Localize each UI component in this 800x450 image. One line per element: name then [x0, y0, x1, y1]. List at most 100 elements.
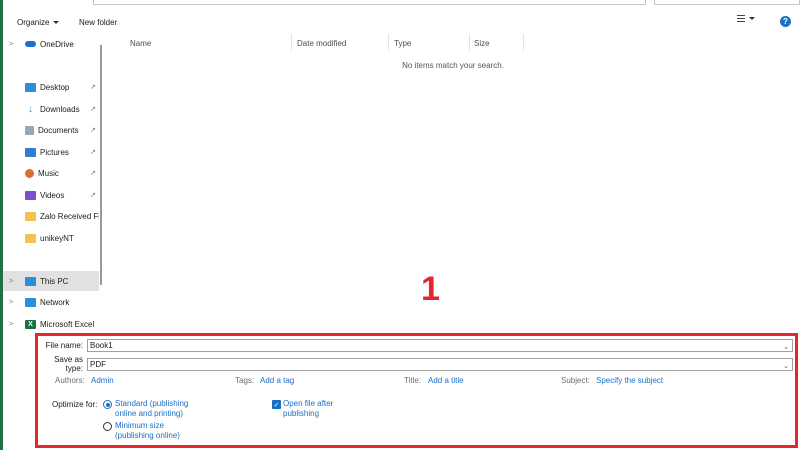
- column-name[interactable]: Name: [126, 34, 291, 52]
- search-box[interactable]: [654, 0, 800, 5]
- title-field[interactable]: Add a title: [428, 376, 464, 385]
- save-options-panel: File name: Book1 ⌄ Save as type: PDF ⌄ A…: [35, 333, 798, 448]
- download-icon: ↓: [28, 103, 33, 115]
- organize-label: Organize: [17, 17, 50, 27]
- nav-label: Desktop: [40, 82, 70, 92]
- help-icon[interactable]: ?: [780, 16, 791, 27]
- address-bar[interactable]: [93, 0, 646, 5]
- column-date-modified[interactable]: Date modified: [293, 34, 388, 52]
- file-name-label: File name:: [45, 341, 83, 350]
- nav-item-desktop[interactable]: Desktop ↗: [3, 77, 99, 97]
- nav-item-documents[interactable]: Documents ↗: [3, 120, 99, 140]
- optimize-for-label: Optimize for:: [52, 400, 98, 409]
- nav-label: unikeyNT: [40, 233, 74, 243]
- column-type[interactable]: Type: [390, 34, 468, 52]
- computer-icon: [25, 276, 36, 286]
- chevron-down-icon: [749, 17, 755, 20]
- save-type-row: Save as type: PDF ⌄: [38, 355, 793, 373]
- authors-label: Authors:: [55, 376, 85, 385]
- annotation-number: 1: [421, 270, 440, 308]
- nav-label: Zalo Received Fi: [40, 211, 99, 221]
- nav-scrollbar[interactable]: [100, 45, 102, 285]
- nav-item-music[interactable]: Music ↗: [3, 163, 99, 183]
- chevron-right-icon[interactable]: >: [9, 321, 19, 328]
- optimize-standard-label[interactable]: Standard (publishing online and printing…: [115, 399, 188, 419]
- nav-label: This PC: [40, 276, 69, 286]
- column-separator[interactable]: [291, 34, 292, 51]
- navigation-pane: > OneDrive Desktop ↗ ↓ Downloads ↗ Docum…: [3, 34, 103, 332]
- optimize-standard-radio[interactable]: [103, 400, 112, 409]
- pin-icon[interactable]: ↗: [90, 191, 96, 199]
- subject-field[interactable]: Specify the subject: [596, 376, 663, 385]
- music-icon: [25, 168, 34, 178]
- column-size[interactable]: Size: [470, 34, 522, 52]
- nav-label: Documents: [38, 125, 79, 135]
- network-icon: [25, 297, 36, 307]
- open-after-checkbox[interactable]: ✓: [272, 400, 281, 409]
- excel-icon: X: [25, 319, 36, 329]
- nav-item-network[interactable]: > Network: [3, 292, 99, 312]
- organize-button[interactable]: Organize: [13, 16, 63, 29]
- tags-field[interactable]: Add a tag: [260, 376, 294, 385]
- metadata-row: Authors: Admin Tags: Add a tag Title: Ad…: [38, 376, 798, 388]
- documents-icon: [25, 125, 34, 135]
- optimize-standard-line1: Standard (publishing: [115, 399, 189, 408]
- file-name-row: File name: Book1 ⌄: [38, 339, 793, 352]
- chevron-right-icon[interactable]: >: [9, 299, 19, 306]
- pin-icon[interactable]: ↗: [90, 83, 96, 91]
- open-after-line2: publishing: [283, 409, 320, 418]
- pictures-icon: [25, 147, 36, 157]
- nav-label: Videos: [40, 190, 65, 200]
- optimize-minimum-radio[interactable]: [103, 422, 112, 431]
- videos-icon: [25, 190, 36, 200]
- nav-item-zalo[interactable]: Zalo Received Fi: [3, 206, 99, 226]
- subject-label: Subject:: [561, 376, 590, 385]
- nav-item-downloads[interactable]: ↓ Downloads ↗: [3, 99, 99, 119]
- save-type-label: Save as type:: [54, 355, 83, 373]
- chevron-down-icon: [53, 20, 60, 24]
- optimize-standard-line2: online and printing): [115, 409, 184, 418]
- title-label: Title:: [404, 376, 422, 385]
- pin-icon[interactable]: ↗: [90, 169, 96, 177]
- column-separator[interactable]: [523, 34, 524, 51]
- chevron-right-icon[interactable]: >: [9, 41, 19, 48]
- nav-label: Music: [38, 168, 59, 178]
- nav-label: Microsoft Excel: [40, 319, 95, 329]
- pin-icon[interactable]: ↗: [90, 105, 96, 113]
- chevron-down-icon[interactable]: ⌄: [783, 343, 789, 351]
- column-separator[interactable]: [388, 34, 389, 51]
- authors-field[interactable]: Admin: [91, 376, 114, 385]
- change-view-button[interactable]: [737, 15, 755, 22]
- open-after-label[interactable]: Open file after publishing: [283, 399, 333, 419]
- desktop-icon: [25, 82, 36, 92]
- new-folder-button[interactable]: New folder: [75, 16, 121, 29]
- nav-label: Pictures: [40, 147, 69, 157]
- pin-icon[interactable]: ↗: [90, 148, 96, 156]
- nav-item-videos[interactable]: Videos ↗: [3, 185, 99, 205]
- save-type-value: PDF: [90, 359, 106, 369]
- folder-icon: [25, 233, 36, 243]
- cloud-icon: [25, 41, 36, 47]
- nav-label: OneDrive: [40, 39, 74, 49]
- empty-results-message: No items match your search.: [402, 61, 504, 70]
- nav-item-pictures[interactable]: Pictures ↗: [3, 142, 99, 162]
- optimize-minimum-line1: Minimum size: [115, 421, 164, 430]
- nav-label: Network: [40, 297, 70, 307]
- tags-label: Tags:: [235, 376, 255, 385]
- nav-label: Downloads: [40, 104, 80, 114]
- view-list-icon: [737, 15, 745, 22]
- folder-icon: [25, 211, 36, 221]
- optimize-minimum-line2: (publishing online): [115, 431, 180, 440]
- chevron-right-icon[interactable]: >: [9, 278, 19, 285]
- chevron-down-icon[interactable]: ⌄: [783, 362, 789, 370]
- pin-icon[interactable]: ↗: [90, 126, 96, 134]
- open-after-line1: Open file after: [283, 399, 334, 408]
- nav-item-this-pc[interactable]: > This PC: [3, 271, 99, 291]
- save-type-select[interactable]: PDF ⌄: [87, 357, 793, 371]
- nav-item-unikeynt[interactable]: unikeyNT: [3, 228, 99, 248]
- nav-item-onedrive[interactable]: > OneDrive: [3, 34, 99, 54]
- file-list-header: Name Date modified Type Size: [103, 34, 800, 52]
- file-name-field[interactable]: Book1 ⌄: [87, 339, 793, 352]
- optimize-minimum-label[interactable]: Minimum size (publishing online): [115, 421, 180, 441]
- nav-item-microsoft-excel[interactable]: > X Microsoft Excel: [3, 314, 99, 334]
